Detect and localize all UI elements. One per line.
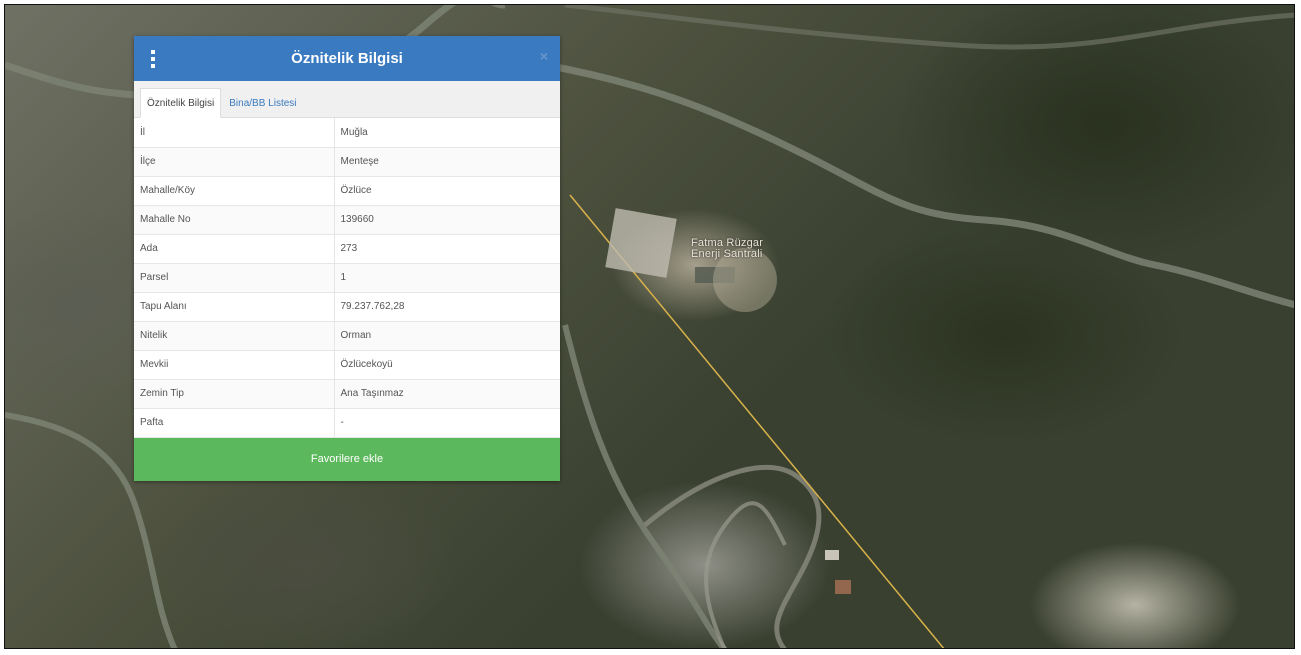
road-curve <box>704 501 787 648</box>
attribute-value: 139660 <box>334 205 560 235</box>
table-row: Nitelik Orman <box>134 321 560 351</box>
tab-bar: Öznitelik Bilgisi Bina/BB Listesi <box>134 81 560 118</box>
attribute-key: Pafta <box>134 408 335 438</box>
vertical-dots-icon[interactable] <box>148 50 158 68</box>
road-south <box>643 464 822 648</box>
attribute-key: Parsel <box>134 263 335 293</box>
attribute-key: Mevkii <box>134 350 335 380</box>
attribute-value: Özlücekoyü <box>334 350 560 380</box>
attribute-key: İl <box>134 118 335 148</box>
tab-building-list[interactable]: Bina/BB Listesi <box>223 89 302 117</box>
table-row: Mahalle No 139660 <box>134 205 560 235</box>
table-row: Parsel 1 <box>134 263 560 293</box>
attribute-key: İlçe <box>134 147 335 177</box>
road-upper <box>564 5 1294 50</box>
attribute-key: Mahalle/Köy <box>134 176 335 206</box>
attribute-info-dialog: Öznitelik Bilgisi × Öznitelik Bilgisi Bi… <box>134 36 560 481</box>
attribute-key: Zemin Tip <box>134 379 335 409</box>
table-row: İl Muğla <box>134 118 560 148</box>
attribute-value: Ana Taşınmaz <box>334 379 560 409</box>
attribute-value: Özlüce <box>334 176 560 206</box>
attribute-key: Tapu Alanı <box>134 292 335 322</box>
table-row: İlçe Menteşe <box>134 147 560 177</box>
dialog-header: Öznitelik Bilgisi × <box>134 36 560 81</box>
building-south <box>835 580 851 594</box>
attribute-value: Muğla <box>334 118 560 148</box>
attribute-value: 273 <box>334 234 560 264</box>
add-to-favorites-button[interactable]: Favorilere ekle <box>134 437 560 481</box>
map-place-label: Fatma Rüzgar Enerji Santrali <box>691 237 764 260</box>
attribute-value: Orman <box>334 321 560 351</box>
building-south-2 <box>825 550 839 560</box>
attribute-key: Nitelik <box>134 321 335 351</box>
table-row: Mahalle/Köy Özlüce <box>134 176 560 206</box>
attribute-value: 79.237.762,28 <box>334 292 560 322</box>
attribute-value: 1 <box>334 263 560 293</box>
tab-attribute-info[interactable]: Öznitelik Bilgisi <box>140 88 222 118</box>
attribute-value: - <box>334 408 560 438</box>
dialog-title: Öznitelik Bilgisi <box>291 50 403 67</box>
table-row: Tapu Alanı 79.237.762,28 <box>134 292 560 322</box>
table-row: Mevkii Özlücekoyü <box>134 350 560 380</box>
attribute-key: Ada <box>134 234 335 264</box>
attribute-key: Mahalle No <box>134 205 335 235</box>
table-row: Zemin Tip Ana Taşınmaz <box>134 379 560 409</box>
table-row: Ada 273 <box>134 234 560 264</box>
table-row: Pafta - <box>134 408 560 438</box>
close-icon[interactable]: × <box>540 48 548 64</box>
attribute-value: Menteşe <box>334 147 560 177</box>
solar-field <box>605 208 677 278</box>
attribute-table: İl Muğla İlçe Menteşe Mahalle/Köy Özlüce Ma… <box>134 118 560 438</box>
